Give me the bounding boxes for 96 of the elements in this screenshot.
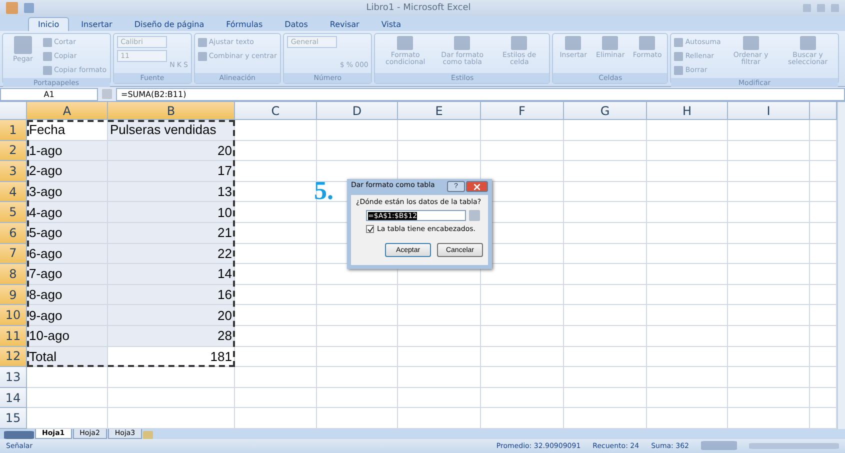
table-cell: 6-ago xyxy=(27,244,108,264)
ribbon-tab[interactable]: Insertar xyxy=(71,17,122,31)
table-cell xyxy=(810,140,837,162)
column-header[interactable]: A xyxy=(27,102,108,120)
sheet-nav-icon xyxy=(4,430,34,439)
tool-icon xyxy=(742,36,759,50)
table-cell: 9-ago xyxy=(27,305,108,326)
row-header[interactable]: 9 xyxy=(0,284,27,306)
table-cell: 28 xyxy=(108,326,235,347)
table-cell xyxy=(810,326,837,347)
column-header[interactable]: D xyxy=(317,102,398,120)
table-cell: 20 xyxy=(108,140,235,162)
row-header[interactable]: 11 xyxy=(0,326,27,347)
new-sheet-icon xyxy=(143,430,154,439)
zoom-slider-icon xyxy=(749,442,839,449)
ribbon-tab[interactable]: Datos xyxy=(274,17,318,31)
table-cell xyxy=(810,388,837,408)
paste-icon xyxy=(14,36,32,54)
tool-icon xyxy=(800,36,816,50)
tool-icon xyxy=(397,36,414,50)
column-header[interactable]: E xyxy=(398,102,481,120)
table-cell xyxy=(810,244,837,264)
row-header[interactable]: 7 xyxy=(0,244,27,264)
table-cell xyxy=(810,346,837,368)
formula-field[interactable]: =SUMA(B2:B11) xyxy=(116,88,845,100)
row-header[interactable]: 13 xyxy=(0,367,27,388)
column-header[interactable]: I xyxy=(728,102,810,120)
vertical-scrollbar[interactable] xyxy=(837,102,845,429)
row-header[interactable]: 2 xyxy=(0,140,27,162)
tool-icon xyxy=(602,36,618,50)
minimize-icon xyxy=(803,4,811,12)
column-header[interactable]: B xyxy=(108,102,235,120)
table-cell: 16 xyxy=(108,284,235,306)
row-header[interactable]: 10 xyxy=(0,305,27,326)
column-header[interactable]: F xyxy=(481,102,564,120)
maximize-icon xyxy=(817,4,825,12)
row-header[interactable]: 14 xyxy=(0,388,27,408)
table-cell: 17 xyxy=(108,161,235,182)
table-cell xyxy=(810,305,837,326)
table-cell: 5-ago xyxy=(27,222,108,244)
table-cell: 2-ago xyxy=(27,161,108,182)
table-cell: 20 xyxy=(108,305,235,326)
table-cell: 8-ago xyxy=(27,284,108,306)
table-cell xyxy=(810,120,837,141)
table-cell: 13 xyxy=(108,182,235,202)
table-cell: 10 xyxy=(108,202,235,223)
table-cell: 3-ago xyxy=(27,182,108,202)
table-cell xyxy=(810,264,837,285)
column-header[interactable]: C xyxy=(235,102,317,120)
ribbon-tab[interactable]: Inicio xyxy=(28,17,70,31)
table-cell: 14 xyxy=(108,264,235,285)
table-cell xyxy=(810,182,837,202)
ribbon-tab[interactable]: Diseño de página xyxy=(124,17,214,31)
headers-checkbox[interactable] xyxy=(366,225,374,233)
row-header[interactable]: 15 xyxy=(0,408,27,429)
ribbon-tab[interactable]: Fórmulas xyxy=(216,17,273,31)
table-cell: 22 xyxy=(108,244,235,264)
check-icon xyxy=(367,226,374,233)
function-icon xyxy=(102,89,112,99)
close-icon xyxy=(831,4,839,12)
table-cell xyxy=(810,284,837,306)
ribbon-tab[interactable]: Revisar xyxy=(320,17,370,31)
table-cell xyxy=(810,367,837,388)
close-button[interactable] xyxy=(466,181,488,192)
window-title: Libro1 - Microsoft Excel xyxy=(365,3,472,13)
tool-icon xyxy=(454,36,470,50)
table-cell xyxy=(810,161,837,182)
table-cell: 1-ago xyxy=(27,140,108,162)
table-cell: Pulseras vendidas xyxy=(108,120,235,141)
row-header[interactable]: 3 xyxy=(0,161,27,182)
row-header[interactable]: 12 xyxy=(0,346,27,368)
view-buttons-icon xyxy=(701,441,737,450)
office-logo-icon xyxy=(6,2,18,14)
ribbon-tab[interactable]: Vista xyxy=(371,17,412,31)
table-cell: 10-ago xyxy=(27,326,108,347)
row-header[interactable]: 6 xyxy=(0,222,27,244)
row-header[interactable]: 4 xyxy=(0,182,27,202)
column-header[interactable]: G xyxy=(564,102,647,120)
table-cell: 21 xyxy=(108,222,235,244)
table-cell: 4-ago xyxy=(27,202,108,223)
close-icon xyxy=(474,184,480,190)
table-cell: Fecha xyxy=(27,120,108,141)
name-box[interactable]: A1 xyxy=(0,88,98,100)
tool-icon xyxy=(511,36,528,50)
row-header[interactable]: 5 xyxy=(0,202,27,223)
tool-icon xyxy=(565,36,582,50)
column-header[interactable]: H xyxy=(647,102,728,120)
save-icon xyxy=(24,3,34,13)
tool-icon xyxy=(639,36,656,50)
row-header[interactable]: 1 xyxy=(0,120,27,141)
table-cell: 7-ago xyxy=(27,264,108,285)
collapse-dialog-icon xyxy=(469,210,480,221)
table-cell xyxy=(810,202,837,223)
step-number: 5. xyxy=(314,176,334,206)
table-cell xyxy=(810,222,837,244)
row-header[interactable]: 8 xyxy=(0,264,27,285)
